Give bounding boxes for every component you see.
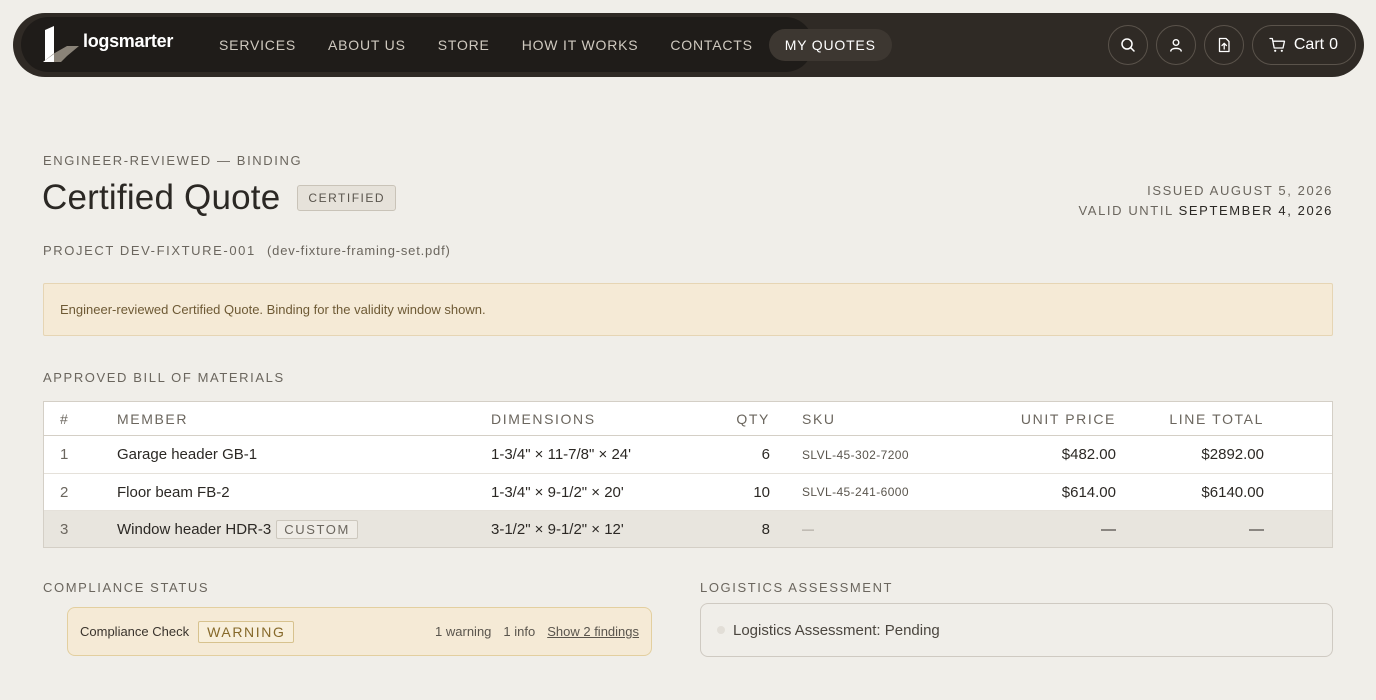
bom-table: # MEMBER DIMENSIONS QTY SKU UNIT PRICE L… [43, 401, 1333, 548]
binding-notice: Engineer-reviewed Certified Quote. Bindi… [43, 283, 1333, 336]
row-sku: — [802, 522, 815, 536]
table-row: 2 Floor beam FB-2 1-3/4" × 9-1/2" × 20' … [44, 473, 1332, 510]
custom-tag: CUSTOM [276, 519, 358, 539]
brand-logo[interactable]: logsmarter [39, 25, 174, 64]
nav-link-contacts[interactable]: CONTACTS [654, 29, 768, 61]
col-header-num: # [60, 410, 70, 427]
col-header-sku: SKU [802, 410, 836, 427]
row-unit-price: $482.00 [1061, 446, 1116, 463]
file-upload-icon [1218, 37, 1230, 53]
user-icon [1169, 39, 1182, 52]
top-navbar: logsmarter SERVICES ABOUT US STORE HOW I… [13, 13, 1364, 77]
nav-primary: logsmarter SERVICES ABOUT US STORE HOW I… [21, 17, 892, 72]
col-header-unit-price: UNIT PRICE [1020, 410, 1116, 427]
row-dimensions: 3-1/2" × 9-1/2" × 12' [491, 520, 624, 538]
cart-label: Cart [1293, 36, 1325, 53]
cart-button[interactable]: Cart 0 [1251, 25, 1356, 65]
valid-until-date: SEPTEMBER 4, 2026 [1178, 203, 1333, 218]
row-qty: 6 [761, 446, 770, 463]
compliance-card: Compliance Check WARNING 1 warning 1 inf… [67, 607, 652, 656]
row-line-total: $2892.00 [1201, 446, 1264, 463]
nav-links: SERVICES ABOUT US STORE HOW IT WORKS CON… [203, 28, 892, 61]
nav-link-how-it-works[interactable]: HOW IT WORKS [506, 29, 655, 61]
nav-link-store[interactable]: STORE [422, 29, 506, 61]
account-button[interactable] [1155, 25, 1196, 65]
row-unit-price: $614.00 [1061, 483, 1116, 501]
logo-mark-icon [43, 25, 79, 62]
status-dot-icon [717, 626, 725, 634]
row-qty: 10 [753, 483, 770, 501]
issued-date: ISSUED AUGUST 5, 2026 [1147, 183, 1333, 198]
nav-actions: Cart 0 [1107, 25, 1356, 65]
logistics-section-label: LOGISTICS ASSESSMENT [700, 580, 894, 595]
row-line-total: $6140.00 [1201, 483, 1264, 501]
valid-until: VALID UNTIL SEPTEMBER 4, 2026 [1079, 201, 1334, 221]
warning-count: 1 warning [435, 624, 492, 639]
col-header-qty: QTY [736, 410, 770, 427]
table-row: 1 Garage header GB-1 1-3/4" × 11-7/8" × … [44, 436, 1332, 473]
row-member: Garage header GB-1 [117, 446, 258, 463]
quote-dates: ISSUED AUGUST 5, 2026 VALID UNTIL SEPTEM… [1079, 181, 1334, 221]
certified-badge: CERTIFIED [297, 185, 397, 211]
warning-badge: WARNING [198, 620, 295, 643]
table-header: # MEMBER DIMENSIONS QTY SKU UNIT PRICE L… [44, 402, 1332, 436]
nav-link-services[interactable]: SERVICES [203, 29, 312, 61]
valid-until-label: VALID UNTIL [1078, 203, 1174, 218]
row-qty: 8 [761, 520, 770, 538]
row-num: 3 [60, 520, 69, 538]
compliance-summary: 1 warning 1 info Show 2 findings [435, 624, 639, 639]
compliance-section-label: COMPLIANCE STATUS [43, 580, 210, 595]
cart-icon [1269, 37, 1286, 52]
quote-eyebrow: ENGINEER-REVIEWED — BINDING [43, 153, 303, 168]
nav-link-my-quotes[interactable]: MY QUOTES [768, 28, 892, 61]
table-row-custom: 3 Window header HDR-3 CUSTOM 3-1/2" × 9-… [44, 510, 1332, 547]
nav-link-about-us[interactable]: ABOUT US [312, 29, 422, 61]
row-member: Floor beam FB-2 [117, 483, 230, 501]
col-header-dimensions: DIMENSIONS [491, 410, 596, 427]
cart-count: 0 [1329, 36, 1338, 53]
row-sku: SLVL-45-302-7200 [802, 447, 909, 462]
row-member: Window header HDR-3 CUSTOM [117, 519, 491, 539]
row-member-name: Window header HDR-3 [117, 520, 272, 538]
compliance-title: Compliance Check [80, 624, 190, 639]
row-num: 2 [60, 483, 69, 501]
upload-quote-button[interactable] [1203, 25, 1244, 65]
row-unit-price: — [1101, 520, 1116, 538]
title-row: Certified Quote CERTIFIED [42, 178, 397, 218]
show-findings-link[interactable]: Show 2 findings [547, 624, 639, 639]
col-header-member: MEMBER [117, 410, 189, 427]
row-num: 1 [60, 446, 69, 463]
info-count: 1 info [503, 624, 536, 639]
logistics-status: Logistics Assessment: Pending [733, 621, 940, 639]
page-title: Certified Quote [42, 178, 281, 217]
row-dimensions: 1-3/4" × 11-7/8" × 24' [491, 446, 631, 463]
search-icon [1121, 38, 1135, 52]
search-button[interactable] [1107, 25, 1148, 65]
bom-section-label: APPROVED BILL OF MATERIALS [43, 370, 285, 385]
row-line-total: — [1249, 520, 1264, 538]
project-file: (dev-fixture-framing-set.pdf) [267, 243, 451, 258]
logistics-card: Logistics Assessment: Pending [700, 603, 1333, 657]
col-header-line-total: LINE TOTAL [1169, 410, 1264, 427]
project-line: PROJECT DEV-FIXTURE-001 (dev-fixture-fra… [43, 243, 451, 258]
brand-name: logsmarter [83, 31, 174, 51]
project-id: PROJECT DEV-FIXTURE-001 [43, 243, 256, 258]
row-sku: SLVL-45-241-6000 [802, 485, 909, 499]
row-dimensions: 1-3/4" × 9-1/2" × 20' [491, 483, 624, 501]
